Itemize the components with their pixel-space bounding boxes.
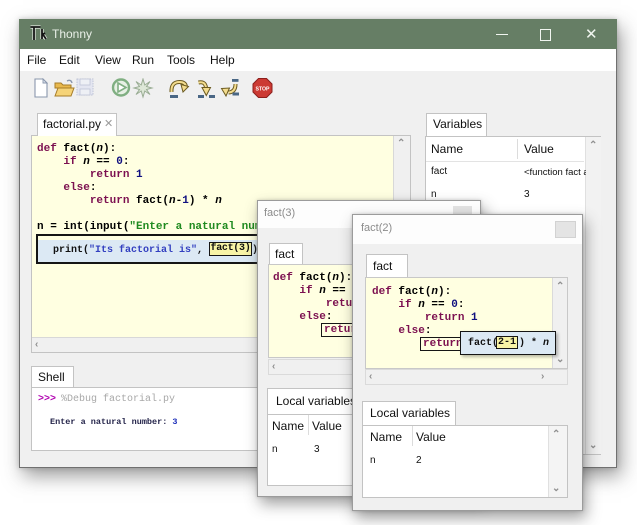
svg-text:STOP: STOP — [255, 87, 270, 93]
